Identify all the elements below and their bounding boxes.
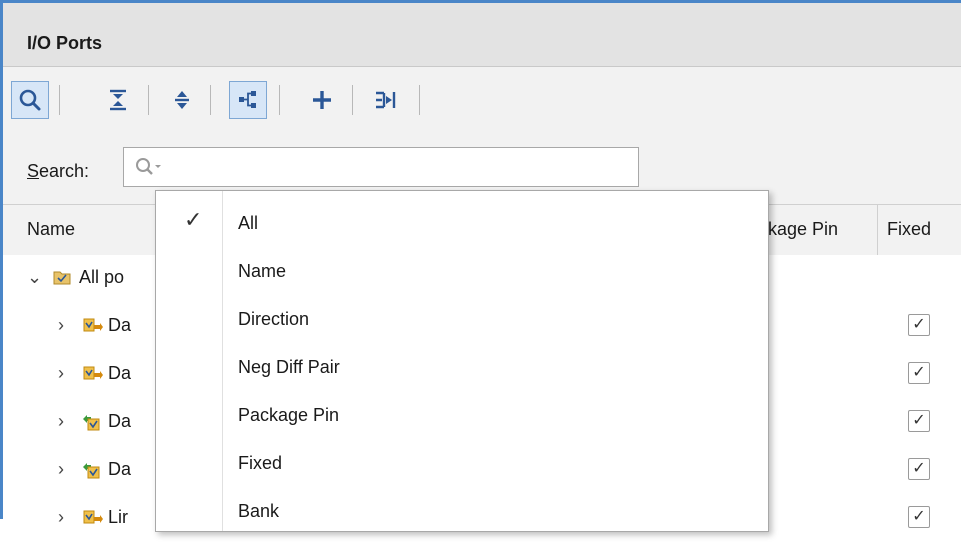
schedule-button[interactable] bbox=[366, 81, 404, 119]
toolbar-separator bbox=[210, 85, 211, 115]
column-header-package-pin[interactable]: kage Pin bbox=[768, 219, 838, 240]
menu-item-label: Direction bbox=[238, 309, 310, 329]
expand-all-icon bbox=[175, 91, 189, 109]
menu-item-neg-diff-pair[interactable]: Neg Diff Pair bbox=[156, 335, 768, 383]
tree-row-label: Lir bbox=[108, 507, 129, 527]
panel-title: I/O Ports bbox=[27, 33, 103, 53]
menu-item-name[interactable]: Name bbox=[156, 239, 768, 287]
toolbar-separator bbox=[352, 85, 353, 115]
toolbar-separator bbox=[419, 85, 420, 115]
search-box[interactable] bbox=[123, 147, 639, 187]
tree-row-label: All po bbox=[79, 267, 125, 287]
toolbar-separator bbox=[279, 85, 280, 115]
tree-row-label: Da bbox=[108, 411, 132, 431]
fixed-checkbox[interactable]: ✓ bbox=[908, 458, 930, 480]
collapse-all-button[interactable] bbox=[99, 81, 137, 119]
search-button[interactable] bbox=[11, 81, 49, 119]
search-label: Search: bbox=[27, 161, 90, 181]
tree-row-label: Da bbox=[108, 363, 132, 383]
chevron-right-icon[interactable]: › bbox=[58, 363, 64, 384]
title-bar: I/O Ports bbox=[3, 3, 961, 67]
menu-item-bank[interactable]: Bank bbox=[156, 479, 768, 527]
collapse-all-icon bbox=[110, 89, 126, 111]
fixed-checkbox[interactable]: ✓ bbox=[908, 506, 930, 528]
column-header-fixed[interactable]: Fixed bbox=[887, 219, 931, 240]
menu-item-label: Neg Diff Pair bbox=[238, 357, 340, 377]
search-input[interactable] bbox=[168, 150, 632, 184]
menu-item-direction[interactable]: Direction bbox=[156, 287, 768, 335]
bus-port-icon bbox=[83, 510, 103, 524]
menu-item-label: All bbox=[238, 213, 259, 233]
chevron-down-icon[interactable]: ⌄ bbox=[27, 267, 42, 288]
search-options-icon[interactable] bbox=[134, 156, 164, 178]
fixed-checkbox[interactable]: ✓ bbox=[908, 410, 930, 432]
menu-item-package-pin[interactable]: Package Pin bbox=[156, 383, 768, 431]
chevron-right-icon[interactable]: › bbox=[58, 411, 64, 432]
add-button[interactable] bbox=[303, 81, 341, 119]
search-icon bbox=[19, 89, 41, 111]
group-by-interface-button[interactable] bbox=[229, 81, 267, 119]
schedule-icon bbox=[376, 91, 396, 109]
column-divider[interactable] bbox=[877, 205, 878, 255]
search-field-dropdown: ✓ All Name Direction Neg Diff Pair Packa… bbox=[155, 190, 769, 532]
expand-all-button[interactable] bbox=[163, 81, 201, 119]
check-icon: ✓ bbox=[184, 207, 203, 232]
toolbar-separator bbox=[148, 85, 149, 115]
chevron-right-icon[interactable]: › bbox=[58, 459, 64, 480]
toolbar bbox=[3, 67, 961, 131]
menu-item-all[interactable]: ✓ All bbox=[156, 191, 768, 239]
chevron-right-icon[interactable]: › bbox=[58, 507, 64, 528]
fixed-checkbox[interactable]: ✓ bbox=[908, 362, 930, 384]
group-by-interface-icon bbox=[239, 91, 256, 108]
interface-port-icon bbox=[83, 415, 100, 431]
menu-item-label: Package Pin bbox=[238, 405, 340, 425]
add-icon bbox=[313, 91, 331, 109]
folder-icon bbox=[53, 271, 71, 285]
menu-item-label: Fixed bbox=[238, 453, 283, 473]
chevron-right-icon[interactable]: › bbox=[58, 315, 64, 336]
toolbar-separator bbox=[59, 85, 60, 115]
bus-port-icon bbox=[83, 366, 103, 380]
tree-row-label: Da bbox=[108, 315, 132, 335]
menu-item-fixed[interactable]: Fixed bbox=[156, 431, 768, 479]
bus-port-icon bbox=[83, 318, 103, 332]
tree-row-label: Da bbox=[108, 459, 132, 479]
interface-port-icon bbox=[83, 463, 100, 479]
fixed-checkbox[interactable]: ✓ bbox=[908, 314, 930, 336]
menu-item-label: Name bbox=[238, 261, 287, 281]
column-header-name[interactable]: Name bbox=[27, 219, 75, 240]
